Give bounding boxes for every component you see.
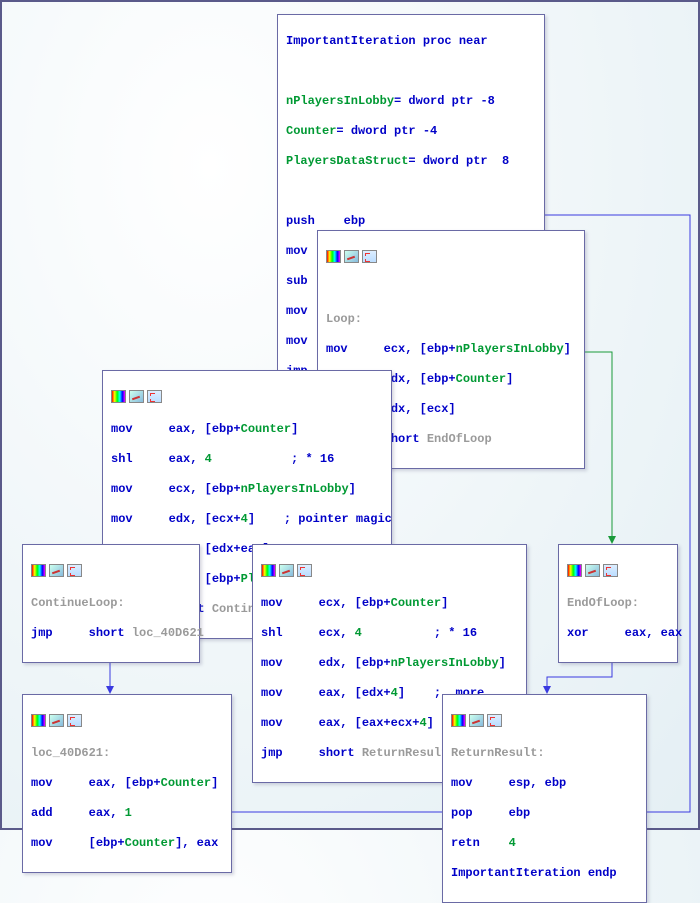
block-label: Loop:	[326, 312, 576, 327]
instr-row: retn 4	[451, 836, 638, 851]
instr-row: mov ecx, [ebp+nPlayersInLobby]	[326, 342, 576, 357]
color-icon[interactable]	[567, 564, 582, 577]
instr-row: mov [ebp+Counter], eax	[31, 836, 223, 851]
color-icon[interactable]	[451, 714, 466, 727]
instr-row: mov edx, [ecx+4] ; pointer magic	[111, 512, 383, 527]
instr-row: mov ecx, [ebp+Counter]	[261, 596, 518, 611]
decl-row: nPlayersInLobby= dword ptr -8	[286, 94, 536, 109]
group-icon[interactable]	[147, 390, 162, 403]
instr-row: add eax, 1	[31, 806, 223, 821]
block-label: loc_40D621:	[31, 746, 223, 761]
group-icon[interactable]	[487, 714, 502, 727]
block-label: EndOfLoop:	[567, 596, 669, 611]
instr-row: push ebp	[286, 214, 536, 229]
color-icon[interactable]	[326, 250, 341, 263]
instr-row: jmp short loc_40D621	[31, 626, 191, 641]
edit-icon[interactable]	[129, 390, 144, 403]
node-toolbar	[451, 714, 638, 727]
edit-icon[interactable]	[49, 564, 64, 577]
instr-row: mov esp, ebp	[451, 776, 638, 791]
node-toolbar	[111, 390, 383, 403]
decl-row: PlayersDataStruct= dword ptr 8	[286, 154, 536, 169]
group-icon[interactable]	[362, 250, 377, 263]
proc-end: ImportantIteration endp	[451, 866, 638, 881]
group-icon[interactable]	[67, 714, 82, 727]
node-return[interactable]: ReturnResult: mov esp, ebp pop ebp retn …	[442, 694, 647, 903]
instr-row: mov ecx, [ebp+nPlayersInLobby]	[111, 482, 383, 497]
node-continue[interactable]: ContinueLoop: jmp short loc_40D621	[22, 544, 200, 663]
instr-row: xor eax, eax	[567, 626, 669, 641]
node-endofloop[interactable]: EndOfLoop: xor eax, eax	[558, 544, 678, 663]
edit-icon[interactable]	[49, 714, 64, 727]
proc-title: ImportantIteration proc near	[286, 34, 536, 49]
color-icon[interactable]	[111, 390, 126, 403]
instr-row: mov eax, [ebp+Counter]	[31, 776, 223, 791]
node-loc[interactable]: loc_40D621: mov eax, [ebp+Counter] add e…	[22, 694, 232, 873]
group-icon[interactable]	[67, 564, 82, 577]
group-icon[interactable]	[297, 564, 312, 577]
instr-row: shl eax, 4 ; * 16	[111, 452, 383, 467]
color-icon[interactable]	[261, 564, 276, 577]
edit-icon[interactable]	[344, 250, 359, 263]
color-icon[interactable]	[31, 714, 46, 727]
color-icon[interactable]	[31, 564, 46, 577]
instr-row: mov eax, [ebp+Counter]	[111, 422, 383, 437]
edit-icon[interactable]	[279, 564, 294, 577]
decl-row: Counter= dword ptr -4	[286, 124, 536, 139]
instr-row: pop ebp	[451, 806, 638, 821]
instr-row: mov edx, [ebp+nPlayersInLobby]	[261, 656, 518, 671]
group-icon[interactable]	[603, 564, 618, 577]
node-toolbar	[31, 564, 191, 577]
edit-icon[interactable]	[469, 714, 484, 727]
edit-icon[interactable]	[585, 564, 600, 577]
block-label: ReturnResult:	[451, 746, 638, 761]
node-toolbar	[567, 564, 669, 577]
node-toolbar	[261, 564, 518, 577]
instr-row: shl ecx, 4 ; * 16	[261, 626, 518, 641]
block-label: ContinueLoop:	[31, 596, 191, 611]
node-toolbar	[326, 250, 576, 263]
node-toolbar	[31, 714, 223, 727]
